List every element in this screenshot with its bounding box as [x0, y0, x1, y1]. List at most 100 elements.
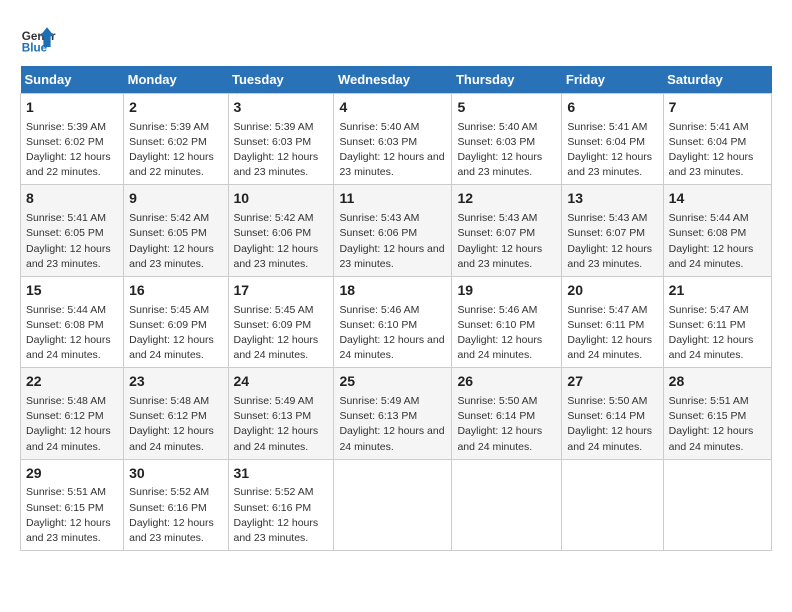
day-info: Sunrise: 5:39 AM Sunset: 6:02 PM Dayligh… — [129, 120, 222, 181]
calendar-day-15: 15 Sunrise: 5:44 AM Sunset: 6:08 PM Dayl… — [21, 276, 124, 367]
calendar-day-30: 30 Sunrise: 5:52 AM Sunset: 6:16 PM Dayl… — [124, 459, 228, 550]
day-header-thursday: Thursday — [452, 66, 562, 94]
calendar-day-empty — [334, 459, 452, 550]
calendar-day-25: 25 Sunrise: 5:49 AM Sunset: 6:13 PM Dayl… — [334, 368, 452, 459]
day-number: 18 — [339, 281, 446, 301]
day-info: Sunrise: 5:51 AM Sunset: 6:15 PM Dayligh… — [669, 394, 766, 455]
day-number: 31 — [234, 464, 329, 484]
calendar-day-22: 22 Sunrise: 5:48 AM Sunset: 6:12 PM Dayl… — [21, 368, 124, 459]
day-number: 12 — [457, 189, 556, 209]
calendar-day-14: 14 Sunrise: 5:44 AM Sunset: 6:08 PM Dayl… — [663, 185, 771, 276]
day-number: 14 — [669, 189, 766, 209]
calendar-day-31: 31 Sunrise: 5:52 AM Sunset: 6:16 PM Dayl… — [228, 459, 334, 550]
logo: General Blue — [20, 20, 56, 56]
day-number: 25 — [339, 372, 446, 392]
day-number: 8 — [26, 189, 118, 209]
calendar-day-19: 19 Sunrise: 5:46 AM Sunset: 6:10 PM Dayl… — [452, 276, 562, 367]
day-info: Sunrise: 5:45 AM Sunset: 6:09 PM Dayligh… — [129, 303, 222, 364]
day-info: Sunrise: 5:41 AM Sunset: 6:04 PM Dayligh… — [567, 120, 657, 181]
calendar-day-12: 12 Sunrise: 5:43 AM Sunset: 6:07 PM Dayl… — [452, 185, 562, 276]
calendar-day-20: 20 Sunrise: 5:47 AM Sunset: 6:11 PM Dayl… — [562, 276, 663, 367]
calendar-day-2: 2 Sunrise: 5:39 AM Sunset: 6:02 PM Dayli… — [124, 94, 228, 185]
calendar-week-5: 29 Sunrise: 5:51 AM Sunset: 6:15 PM Dayl… — [21, 459, 772, 550]
day-number: 20 — [567, 281, 657, 301]
day-header-monday: Monday — [124, 66, 228, 94]
day-header-saturday: Saturday — [663, 66, 771, 94]
calendar-day-24: 24 Sunrise: 5:49 AM Sunset: 6:13 PM Dayl… — [228, 368, 334, 459]
calendar-day-18: 18 Sunrise: 5:46 AM Sunset: 6:10 PM Dayl… — [334, 276, 452, 367]
day-info: Sunrise: 5:44 AM Sunset: 6:08 PM Dayligh… — [26, 303, 118, 364]
day-info: Sunrise: 5:48 AM Sunset: 6:12 PM Dayligh… — [129, 394, 222, 455]
day-number: 24 — [234, 372, 329, 392]
calendar-day-17: 17 Sunrise: 5:45 AM Sunset: 6:09 PM Dayl… — [228, 276, 334, 367]
day-info: Sunrise: 5:51 AM Sunset: 6:15 PM Dayligh… — [26, 485, 118, 546]
calendar-day-10: 10 Sunrise: 5:42 AM Sunset: 6:06 PM Dayl… — [228, 185, 334, 276]
calendar-day-empty — [452, 459, 562, 550]
day-info: Sunrise: 5:39 AM Sunset: 6:03 PM Dayligh… — [234, 120, 329, 181]
calendar-day-27: 27 Sunrise: 5:50 AM Sunset: 6:14 PM Dayl… — [562, 368, 663, 459]
day-info: Sunrise: 5:39 AM Sunset: 6:02 PM Dayligh… — [26, 120, 118, 181]
day-number: 26 — [457, 372, 556, 392]
calendar-day-9: 9 Sunrise: 5:42 AM Sunset: 6:05 PM Dayli… — [124, 185, 228, 276]
calendar-week-4: 22 Sunrise: 5:48 AM Sunset: 6:12 PM Dayl… — [21, 368, 772, 459]
day-number: 16 — [129, 281, 222, 301]
day-number: 15 — [26, 281, 118, 301]
calendar-week-3: 15 Sunrise: 5:44 AM Sunset: 6:08 PM Dayl… — [21, 276, 772, 367]
day-number: 22 — [26, 372, 118, 392]
day-number: 9 — [129, 189, 222, 209]
header: General Blue — [20, 20, 772, 56]
calendar-day-empty — [663, 459, 771, 550]
calendar-week-2: 8 Sunrise: 5:41 AM Sunset: 6:05 PM Dayli… — [21, 185, 772, 276]
day-info: Sunrise: 5:47 AM Sunset: 6:11 PM Dayligh… — [567, 303, 657, 364]
day-info: Sunrise: 5:50 AM Sunset: 6:14 PM Dayligh… — [457, 394, 556, 455]
calendar-day-11: 11 Sunrise: 5:43 AM Sunset: 6:06 PM Dayl… — [334, 185, 452, 276]
day-info: Sunrise: 5:47 AM Sunset: 6:11 PM Dayligh… — [669, 303, 766, 364]
day-number: 11 — [339, 189, 446, 209]
day-header-friday: Friday — [562, 66, 663, 94]
calendar-week-1: 1 Sunrise: 5:39 AM Sunset: 6:02 PM Dayli… — [21, 94, 772, 185]
calendar-day-6: 6 Sunrise: 5:41 AM Sunset: 6:04 PM Dayli… — [562, 94, 663, 185]
logo-icon: General Blue — [20, 20, 56, 56]
day-info: Sunrise: 5:40 AM Sunset: 6:03 PM Dayligh… — [339, 120, 446, 181]
day-info: Sunrise: 5:43 AM Sunset: 6:07 PM Dayligh… — [457, 211, 556, 272]
calendar-day-empty — [562, 459, 663, 550]
day-info: Sunrise: 5:40 AM Sunset: 6:03 PM Dayligh… — [457, 120, 556, 181]
day-number: 21 — [669, 281, 766, 301]
day-number: 23 — [129, 372, 222, 392]
day-number: 30 — [129, 464, 222, 484]
calendar-header-row: SundayMondayTuesdayWednesdayThursdayFrid… — [21, 66, 772, 94]
calendar-day-4: 4 Sunrise: 5:40 AM Sunset: 6:03 PM Dayli… — [334, 94, 452, 185]
calendar-day-16: 16 Sunrise: 5:45 AM Sunset: 6:09 PM Dayl… — [124, 276, 228, 367]
calendar-day-26: 26 Sunrise: 5:50 AM Sunset: 6:14 PM Dayl… — [452, 368, 562, 459]
calendar-day-23: 23 Sunrise: 5:48 AM Sunset: 6:12 PM Dayl… — [124, 368, 228, 459]
calendar-day-29: 29 Sunrise: 5:51 AM Sunset: 6:15 PM Dayl… — [21, 459, 124, 550]
day-header-sunday: Sunday — [21, 66, 124, 94]
day-number: 27 — [567, 372, 657, 392]
day-header-tuesday: Tuesday — [228, 66, 334, 94]
day-info: Sunrise: 5:49 AM Sunset: 6:13 PM Dayligh… — [234, 394, 329, 455]
calendar-day-13: 13 Sunrise: 5:43 AM Sunset: 6:07 PM Dayl… — [562, 185, 663, 276]
day-number: 10 — [234, 189, 329, 209]
day-info: Sunrise: 5:46 AM Sunset: 6:10 PM Dayligh… — [457, 303, 556, 364]
calendar-table: SundayMondayTuesdayWednesdayThursdayFrid… — [20, 66, 772, 551]
calendar-body: 1 Sunrise: 5:39 AM Sunset: 6:02 PM Dayli… — [21, 94, 772, 551]
day-number: 5 — [457, 98, 556, 118]
day-number: 29 — [26, 464, 118, 484]
day-info: Sunrise: 5:44 AM Sunset: 6:08 PM Dayligh… — [669, 211, 766, 272]
day-number: 1 — [26, 98, 118, 118]
calendar-day-3: 3 Sunrise: 5:39 AM Sunset: 6:03 PM Dayli… — [228, 94, 334, 185]
day-info: Sunrise: 5:42 AM Sunset: 6:05 PM Dayligh… — [129, 211, 222, 272]
day-info: Sunrise: 5:46 AM Sunset: 6:10 PM Dayligh… — [339, 303, 446, 364]
calendar-day-7: 7 Sunrise: 5:41 AM Sunset: 6:04 PM Dayli… — [663, 94, 771, 185]
day-info: Sunrise: 5:42 AM Sunset: 6:06 PM Dayligh… — [234, 211, 329, 272]
day-info: Sunrise: 5:43 AM Sunset: 6:07 PM Dayligh… — [567, 211, 657, 272]
day-info: Sunrise: 5:48 AM Sunset: 6:12 PM Dayligh… — [26, 394, 118, 455]
day-info: Sunrise: 5:52 AM Sunset: 6:16 PM Dayligh… — [129, 485, 222, 546]
day-number: 13 — [567, 189, 657, 209]
day-number: 2 — [129, 98, 222, 118]
day-number: 19 — [457, 281, 556, 301]
calendar-day-5: 5 Sunrise: 5:40 AM Sunset: 6:03 PM Dayli… — [452, 94, 562, 185]
calendar-day-21: 21 Sunrise: 5:47 AM Sunset: 6:11 PM Dayl… — [663, 276, 771, 367]
day-info: Sunrise: 5:41 AM Sunset: 6:05 PM Dayligh… — [26, 211, 118, 272]
day-info: Sunrise: 5:43 AM Sunset: 6:06 PM Dayligh… — [339, 211, 446, 272]
